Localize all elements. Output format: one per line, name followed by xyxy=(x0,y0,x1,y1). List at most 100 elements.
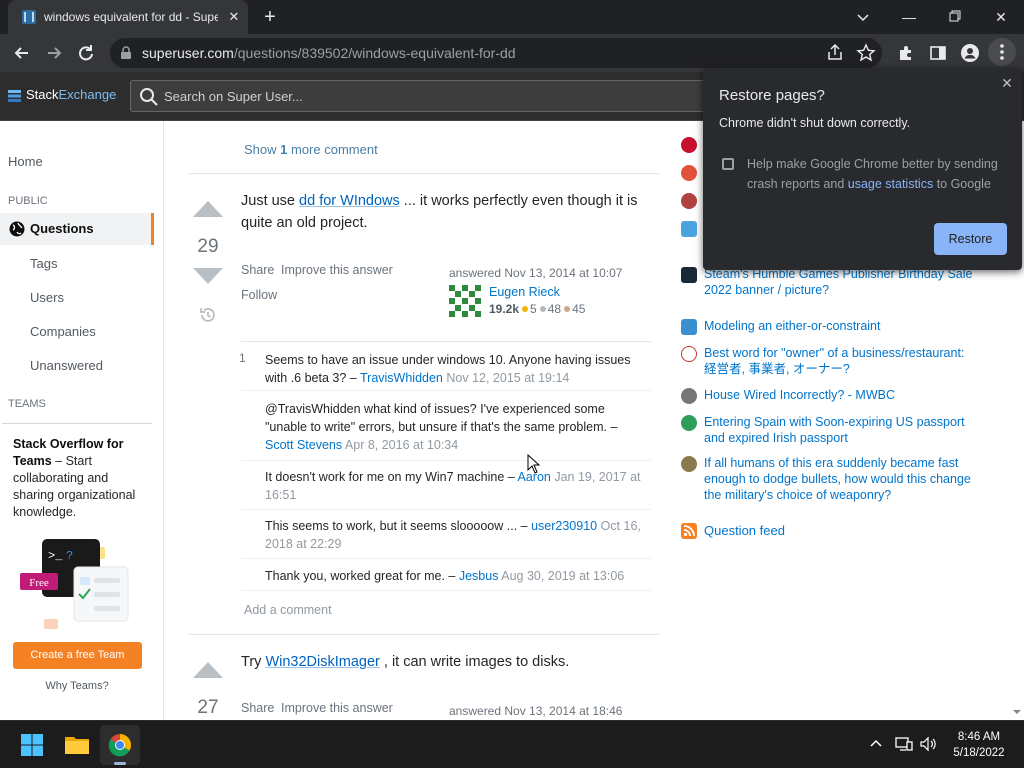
nav-section-public: PUBLIC xyxy=(8,195,48,207)
stackexchange-logo[interactable]: StackExchange xyxy=(8,87,116,107)
user-avatar[interactable] xyxy=(449,285,481,317)
user-reputation: 19.2k 5 48 45 xyxy=(489,302,586,316)
restore-button[interactable]: Restore xyxy=(934,223,1007,255)
stackexchange-menu-icon xyxy=(8,89,21,102)
downvote-arrow-icon[interactable] xyxy=(191,266,225,286)
hot-question-title[interactable]: Steam's Humble Games Publisher Birthday … xyxy=(704,266,979,298)
volume-icon[interactable] xyxy=(918,733,938,755)
dialog-title: Restore pages? xyxy=(719,87,825,104)
site-search-input[interactable]: Search on Super User... xyxy=(130,80,730,112)
search-icon xyxy=(140,88,158,106)
follow-link[interactable]: Follow xyxy=(241,288,277,302)
address-bar[interactable]: superuser.com/questions/839502/windows-e… xyxy=(110,38,882,68)
dialog-close-icon[interactable]: ✕ xyxy=(999,75,1015,91)
vote-cell-answer-1: 29 xyxy=(191,199,225,330)
close-window-icon[interactable]: ✕ xyxy=(989,5,1013,29)
nav-tags[interactable]: Tags xyxy=(30,256,57,271)
side-panel-icon[interactable] xyxy=(928,43,948,63)
tab-close-icon[interactable]: ✕ xyxy=(226,9,242,25)
nav-unanswered[interactable]: Unanswered xyxy=(30,358,103,373)
hot-question-item[interactable]: Best word for "owner" of a business/rest… xyxy=(681,346,991,380)
comment-author-link[interactable]: Jesbus xyxy=(459,569,499,583)
back-arrow-icon[interactable] xyxy=(12,43,32,63)
lock-icon[interactable] xyxy=(120,46,132,60)
nav-companies[interactable]: Companies xyxy=(30,324,96,339)
vote-count: 27 xyxy=(197,697,219,718)
user-name-link[interactable]: Eugen Rieck xyxy=(489,285,560,299)
japanese-site-icon xyxy=(681,346,697,362)
hot-question-title[interactable]: Modeling an either-or-constraint xyxy=(704,318,979,334)
hot-question-title[interactable]: Best word for "owner" of a business/rest… xyxy=(704,345,979,377)
tray-overflow-chevron-icon[interactable] xyxy=(866,733,886,755)
nav-questions-label: Questions xyxy=(30,221,94,236)
search-placeholder: Search on Super User... xyxy=(164,89,303,104)
create-free-team-button[interactable]: Create a free Team xyxy=(13,642,142,669)
comment-text: This seems to work, but it seems slooooo… xyxy=(265,519,641,551)
hot-question-item[interactable]: Steam's Humble Games Publisher Birthday … xyxy=(681,267,991,301)
crash-report-checkbox[interactable] xyxy=(722,158,734,170)
show-more-comments-link[interactable]: Show 1 more comment xyxy=(244,142,378,157)
minimize-icon[interactable]: — xyxy=(897,5,921,29)
crash-report-label: Help make Google Chrome better by sendin… xyxy=(747,157,998,191)
comment: This seems to work, but it seems slooooo… xyxy=(241,517,651,559)
upvote-arrow-icon[interactable] xyxy=(191,660,225,680)
profile-avatar-icon[interactable] xyxy=(960,43,980,63)
site-icon xyxy=(681,193,697,209)
usage-statistics-link[interactable]: usage statistics xyxy=(848,177,933,191)
clock-date: 5/18/2022 xyxy=(953,747,1005,759)
dd-for-windows-link[interactable]: dd for WIndows xyxy=(299,193,400,209)
file-explorer-icon[interactable] xyxy=(57,725,97,765)
question-feed-link[interactable]: Question feed xyxy=(681,523,785,544)
network-icon[interactable] xyxy=(894,733,914,755)
win32diskimager-link[interactable]: Win32DiskImager xyxy=(265,654,379,670)
share-link[interactable]: Share xyxy=(241,263,274,277)
hot-question-title[interactable]: If all humans of this era suddenly becam… xyxy=(704,455,979,503)
why-teams-link[interactable]: Why Teams? xyxy=(2,680,152,692)
reload-icon[interactable] xyxy=(76,43,96,63)
browser-tab[interactable]: windows equivalent for dd - Super User ✕ xyxy=(8,0,248,34)
comment-author-link[interactable]: Scott Stevens xyxy=(265,438,342,452)
taskbar-clock[interactable]: 8:46 AM 5/18/2022 xyxy=(944,729,1014,761)
upvote-arrow-icon[interactable] xyxy=(191,199,225,219)
chrome-icon xyxy=(108,734,131,765)
tab-title: windows equivalent for dd - Super User xyxy=(44,10,218,24)
hot-question-item[interactable]: Modeling an either-or-constraint xyxy=(681,319,991,337)
nav-home[interactable]: Home xyxy=(8,154,43,169)
add-comment-link[interactable]: Add a comment xyxy=(244,603,332,617)
answer-2-body: Try Win32DiskImager , it can write image… xyxy=(241,654,570,670)
hot-question-item[interactable]: If all humans of this era suddenly becam… xyxy=(681,456,991,506)
nav-questions[interactable]: Questions xyxy=(0,213,154,245)
site-icon xyxy=(681,221,697,237)
extensions-puzzle-icon[interactable] xyxy=(896,43,916,63)
url-text: superuser.com/questions/839502/windows-e… xyxy=(142,45,516,61)
timeline-history-icon[interactable] xyxy=(198,305,218,325)
comment-author-link[interactable]: TravisWhidden xyxy=(360,371,443,385)
hot-question-item[interactable]: House Wired Incorrectly? - MWBC xyxy=(681,388,991,406)
share-link[interactable]: Share xyxy=(241,701,274,715)
restore-window-icon[interactable] xyxy=(943,5,967,29)
new-tab-plus-icon[interactable]: + xyxy=(260,7,280,27)
hot-question-title[interactable]: House Wired Incorrectly? - MWBC xyxy=(704,387,979,403)
share-icon[interactable] xyxy=(825,43,845,63)
hot-question-item[interactable]: Entering Spain with Soon-expiring US pas… xyxy=(681,415,991,449)
left-sidebar: Home PUBLIC Questions Tags Users Compani… xyxy=(0,121,164,720)
bookmark-star-icon[interactable] xyxy=(856,43,876,63)
chrome-taskbar-button[interactable] xyxy=(100,725,140,765)
answer-1-body: Just use dd for WIndows ... it works per… xyxy=(241,193,638,231)
comment-author-link[interactable]: user230910 xyxy=(531,519,597,533)
hot-question-title[interactable]: Entering Spain with Soon-expiring US pas… xyxy=(704,414,979,446)
answer-separator xyxy=(189,173,659,174)
windows-start-icon[interactable] xyxy=(12,725,52,765)
chrome-menu-button[interactable] xyxy=(988,38,1016,66)
comment: It doesn't work for me on my Win7 machin… xyxy=(241,468,651,510)
browser-tab-strip: windows equivalent for dd - Super User ✕… xyxy=(0,0,1024,34)
improve-answer-link[interactable]: Improve this answer xyxy=(281,263,393,277)
worldbuilding-site-icon xyxy=(681,456,697,472)
nav-users[interactable]: Users xyxy=(30,290,64,305)
forward-arrow-icon[interactable] xyxy=(44,43,64,63)
tab-search-chevron-icon[interactable] xyxy=(851,5,875,29)
vote-count: 29 xyxy=(197,236,219,257)
scroll-down-arrow-icon[interactable] xyxy=(1010,707,1024,717)
improve-answer-link[interactable]: Improve this answer xyxy=(281,701,393,715)
answer-separator xyxy=(189,634,659,635)
